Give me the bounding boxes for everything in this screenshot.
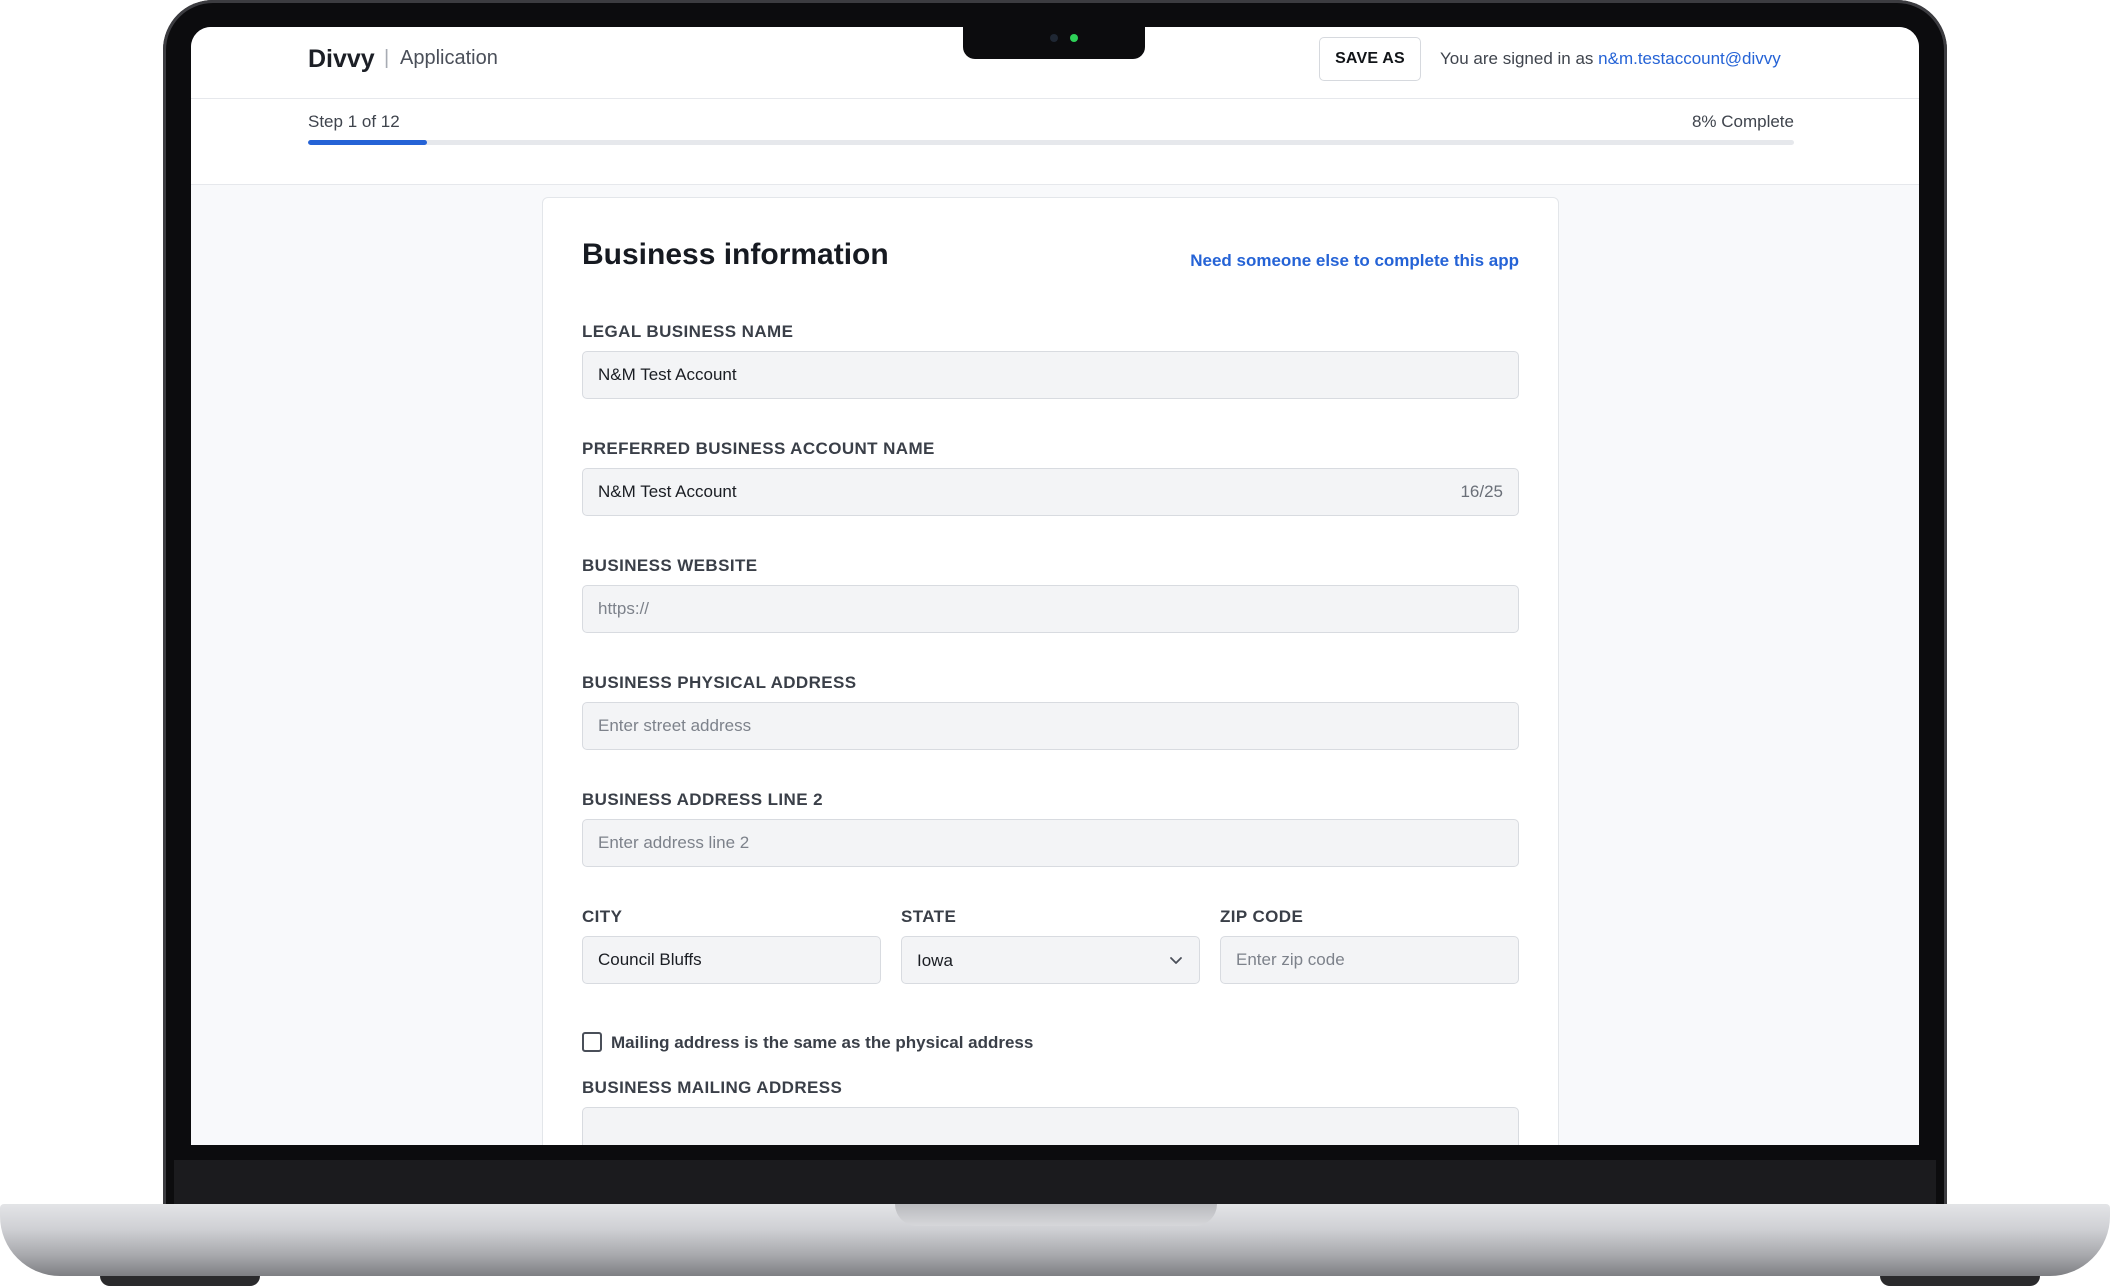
camera-indicator-icon [1070, 34, 1078, 42]
address-line2-input[interactable] [582, 819, 1519, 867]
save-as-button[interactable]: SAVE AS [1319, 37, 1421, 81]
signed-in-prefix: You are signed in as [1440, 49, 1599, 68]
laptop-foot-right [1880, 1276, 2040, 1286]
address-line2-label: BUSINESS ADDRESS LINE 2 [582, 790, 823, 809]
mailing-same-label[interactable]: Mailing address is the same as the physi… [611, 1033, 1033, 1053]
account-name-label: PREFERRED BUSINESS ACCOUNT NAME [582, 439, 935, 458]
laptop-screen: Divvy | Application SAVE AS You are sign… [191, 27, 1919, 1145]
city-label: CITY [582, 907, 623, 926]
legal-name-label: LEGAL BUSINESS NAME [582, 322, 794, 341]
state-selected-value: Iowa [917, 951, 953, 970]
mailing-address-input[interactable] [582, 1107, 1519, 1145]
zip-input[interactable] [1220, 936, 1519, 984]
website-label: BUSINESS WEBSITE [582, 556, 758, 575]
page-title: Business information [582, 238, 889, 271]
business-info-form: Business information Need someone else t… [542, 197, 1559, 1145]
mailing-same-checkbox[interactable] [582, 1032, 602, 1052]
zip-label: ZIP CODE [1220, 907, 1304, 926]
signed-in-status: You are signed in as n&m.testaccount@div… [1440, 49, 1781, 69]
brand-separator: | [384, 47, 390, 69]
step-indicator: Step 1 of 12 [308, 112, 400, 131]
website-input[interactable] [582, 585, 1519, 633]
physical-address-input[interactable] [582, 702, 1519, 750]
delegate-application-link[interactable]: Need someone else to complete this app [1190, 251, 1519, 271]
account-name-input[interactable] [582, 468, 1519, 516]
legal-name-input[interactable] [582, 351, 1519, 399]
app-section-title: Application [400, 47, 498, 69]
mailing-address-label: BUSINESS MAILING ADDRESS [582, 1078, 843, 1097]
progress-track [308, 140, 1794, 145]
brand-logo[interactable]: Divvy [308, 45, 375, 74]
camera-lens-icon [1050, 34, 1058, 42]
account-name-char-count: 16/25 [1460, 482, 1503, 501]
city-input[interactable] [582, 936, 881, 984]
completion-percent: 8% Complete [1691, 112, 1794, 131]
progress-section: Step 1 of 12 8% Complete [191, 99, 1919, 185]
laptop-chin [174, 1160, 1936, 1210]
physical-address-label: BUSINESS PHYSICAL ADDRESS [582, 673, 857, 692]
user-email-link[interactable]: n&m.testaccount@divvy [1598, 49, 1781, 68]
laptop-opening-notch [895, 1204, 1217, 1226]
camera-notch [963, 27, 1145, 59]
state-label: STATE [901, 907, 957, 926]
chevron-down-icon [1170, 957, 1182, 964]
progress-fill [308, 140, 427, 145]
state-select[interactable]: Iowa [901, 936, 1200, 984]
laptop-foot-left [100, 1276, 260, 1286]
